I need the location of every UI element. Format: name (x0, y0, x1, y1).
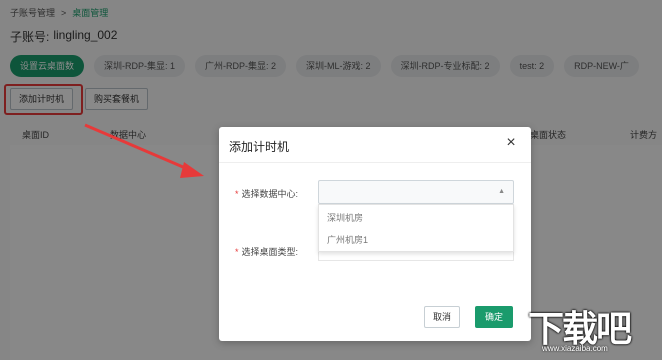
dialog-title: 添加计时机 (229, 140, 290, 154)
add-timer-dialog: 添加计时机 × * 选择数据中心: ▲ * 选择桌面类型: 深圳机房 广州机房1… (219, 127, 531, 341)
datacenter-dropdown: 深圳机房 广州机房1 (318, 204, 514, 252)
datacenter-field-row: * 选择数据中心: (235, 187, 298, 200)
dropdown-option-guangzhou[interactable]: 广州机房1 (327, 233, 368, 246)
datacenter-label: 选择数据中心: (241, 189, 299, 199)
required-mark: * (235, 188, 239, 199)
cancel-button[interactable]: 取消 (424, 306, 460, 328)
desktop-type-field-row: * 选择桌面类型: (235, 245, 298, 258)
datacenter-select[interactable]: ▲ (318, 180, 514, 204)
dropdown-option-shenzhen[interactable]: 深圳机房 (327, 211, 363, 224)
dialog-divider (219, 162, 531, 163)
close-icon[interactable]: × (503, 135, 519, 151)
watermark-logo: 下载吧 www.xiazaiba.com (528, 300, 658, 358)
required-mark: * (235, 246, 239, 257)
confirm-button[interactable]: 确定 (475, 306, 513, 328)
caret-up-icon: ▲ (498, 188, 505, 195)
watermark-url: www.xiazaiba.com (542, 344, 608, 353)
desktop-type-label: 选择桌面类型: (241, 247, 299, 257)
